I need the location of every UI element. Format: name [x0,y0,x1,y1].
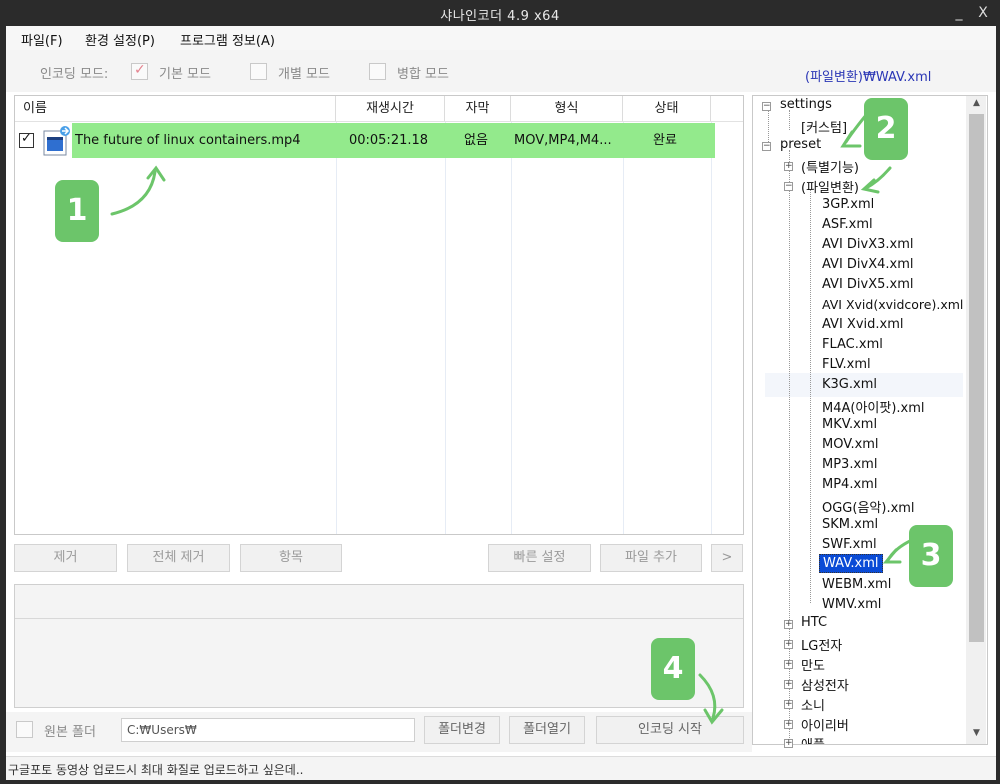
callout-4: 4 [651,638,695,700]
callout-3: 3 [909,525,953,587]
callout-1: 1 [55,180,99,242]
callout-2: 2 [864,98,908,160]
arrow-2-head [840,130,862,148]
arrow-3-head [882,548,902,564]
annotation-arrows [110,106,914,725]
